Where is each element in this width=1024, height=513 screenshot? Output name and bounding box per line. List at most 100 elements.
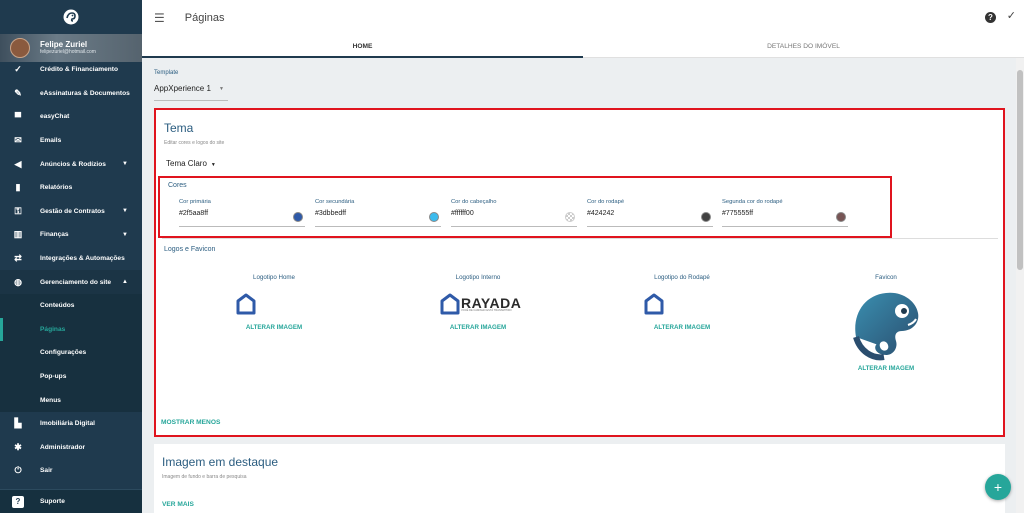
add-button[interactable]: + [985,474,1011,500]
sidebar-subitem-configuracoes[interactable]: Configurações [0,341,142,365]
imagem-subtitle: Imagem de fundo e barra de pesquisa [162,474,247,480]
chameleon-logo-icon [63,9,79,25]
sidebar-item-emails[interactable]: ✉ Emails [0,129,142,153]
logo-label: Favicon [875,274,897,281]
house-icon [440,293,460,315]
support-button[interactable]: ? Suporte [0,489,142,513]
help-icon: ? [12,495,24,508]
sidebar-item-label: Finanças [40,231,69,239]
tab-detalhes-imovel[interactable]: DETALHES DO IMÓVEL [583,36,1024,57]
sidebar-item-label: Emails [40,137,62,145]
megaphone-icon: ◀ [14,158,22,169]
color-field-secundaria[interactable]: Cor secundária #3dbbedff [315,199,441,227]
sidebar-item-label: Relatórios [40,184,73,192]
sidebar-subitem-menus[interactable]: Menus [0,388,142,412]
chevron-down-icon: ▼ [122,231,128,238]
color-field-segunda-rodape[interactable]: Segunda cor do rodapé #775555ff [722,199,848,227]
tab-bar: HOME DETALHES DO IMÓVEL [142,36,1024,58]
sidebar-item-eassinaturas[interactable]: ✎ eAssinaturas & Documentos [0,82,142,106]
color-swatch[interactable] [701,212,711,222]
color-value[interactable]: #3dbbedff [315,210,441,217]
scrollbar-thumb[interactable] [1017,70,1023,270]
sidebar-item-gerenciamento[interactable]: ◍ Gerenciamento do site ▲ [0,270,142,294]
sidebar-item-credito[interactable]: ✓ Crédito & Financiamento [0,58,142,82]
color-value[interactable]: #775555ff [722,210,848,217]
sidebar-item-imobiliaria[interactable]: ▙ Imobiliária Digital [0,412,142,436]
alterar-imagem-button[interactable]: ALTERAR IMAGEM [622,324,742,331]
alterar-imagem-button[interactable]: ALTERAR IMAGEM [214,324,334,331]
imagem-destaque-card: Imagem em destaque Imagem de fundo e bar… [154,444,1005,513]
color-value[interactable]: #424242 [587,210,713,217]
tema-title: Tema [164,121,194,135]
support-label: Suporte [40,498,65,505]
logo-interno-image: RAYADA VOCÊ DE CAMINHO ESTÁ TRANSMITIDO [418,286,538,322]
chevron-up-icon: ▲ [122,279,128,286]
theme-select[interactable]: Tema Claro ▼ [166,159,216,168]
sidebar-item-label: Crédito & Financiamento [40,66,119,74]
sidebar-item-integracoes[interactable]: ⇄ Integrações & Automações [0,247,142,271]
color-label: Cor do cabeçalho [451,199,497,205]
chevron-down-icon: ▼ [122,208,128,215]
help-icon[interactable]: ? [985,12,996,23]
brand-name: RAYADA [461,294,522,311]
menu-icon[interactable]: ☰ [154,11,165,25]
sidebar-item-anuncios[interactable]: ◀ Anúncios & Rodízios ▼ [0,152,142,176]
check-icon[interactable]: ✓ [1007,9,1016,22]
logo-label: Logotipo Interno [455,274,501,281]
building-icon: ▙ [14,418,22,429]
sidebar-subitem-paginas[interactable]: Páginas [0,317,142,342]
mostrar-menos-button[interactable]: MOSTRAR MENOS [161,419,220,426]
credit-icon: ✓ [14,64,22,75]
template-select[interactable]: AppXperience 1 ▼ [154,84,228,101]
color-field-primaria[interactable]: Cor primária #2f5aa8ff [179,199,305,227]
logo-home-column: Logotipo Home ALTERAR IMAGEM [214,274,334,331]
avatar [10,38,30,58]
alterar-imagem-button[interactable]: ALTERAR IMAGEM [418,324,538,331]
mail-icon: ✉ [14,135,22,146]
sidebar-item-easychat[interactable]: ▀ easyChat [0,105,142,129]
sidebar-subitem-popups[interactable]: Pop-ups [0,364,142,389]
sidebar-item-administrador[interactable]: ✱ Administrador [0,436,142,460]
sidebar: Felipe Zuriel felipezuriel@hotmail.com ✓… [0,0,142,513]
sidebar-item-sair[interactable]: ⏻ Sair [0,459,142,483]
gear-icon: ✱ [14,441,22,452]
user-name: Felipe Zuriel [40,40,88,49]
sidebar-item-contratos[interactable]: ⚿ Gestão de Contratos ▼ [0,200,142,224]
theme-value: Tema Claro [166,159,207,168]
color-field-cabecalho[interactable]: Cor do cabeçalho #ffffff00 [451,199,577,227]
color-field-rodape[interactable]: Cor do rodapé #424242 [587,199,713,227]
user-email: felipezuriel@hotmail.com [40,49,96,55]
logo-label: Logotipo Home [253,274,295,281]
globe-icon: ◍ [14,276,22,287]
color-swatch[interactable] [565,212,575,222]
power-icon: ⏻ [14,465,22,476]
sidebar-item-label: Imobiliária Digital [40,420,95,428]
ver-mais-button[interactable]: VER MAIS [162,501,194,508]
color-swatch[interactable] [429,212,439,222]
sidebar-item-financas[interactable]: ▥ Finanças ▼ [0,223,142,247]
color-label: Cor secundária [315,199,355,205]
sidebar-item-label: Anúncios & Rodízios [40,160,106,168]
logo-label: Logotipo do Rodapé [654,274,710,281]
color-value[interactable]: #ffffff00 [451,210,577,217]
favicon-column: Favicon ALTERAR IMAGEM [826,274,946,372]
divider [162,238,998,239]
tema-card: Tema Editar cores e logos do site Tema C… [154,108,1005,437]
sidebar-item-label: Gestão de Contratos [40,207,105,215]
bank-icon: ▥ [13,229,23,240]
color-swatch[interactable] [293,212,303,222]
template-label: Template [154,70,179,76]
house-icon [236,293,256,315]
logo-rodape-image [622,286,742,322]
alterar-imagem-button[interactable]: ALTERAR IMAGEM [826,365,946,372]
plus-icon: + [993,479,1003,495]
color-swatch[interactable] [836,212,846,222]
app-logo[interactable] [0,0,142,34]
sidebar-subitem-conteudos[interactable]: Conteúdos [0,293,142,318]
tab-home[interactable]: HOME [142,36,583,58]
sidebar-item-label: eAssinaturas & Documentos [40,89,130,97]
sidebar-item-relatorios[interactable]: ▮ Relatórios [0,176,142,200]
color-value[interactable]: #2f5aa8ff [179,210,305,217]
key-icon: ⚿ [14,205,22,216]
integration-icon: ⇄ [14,253,22,264]
